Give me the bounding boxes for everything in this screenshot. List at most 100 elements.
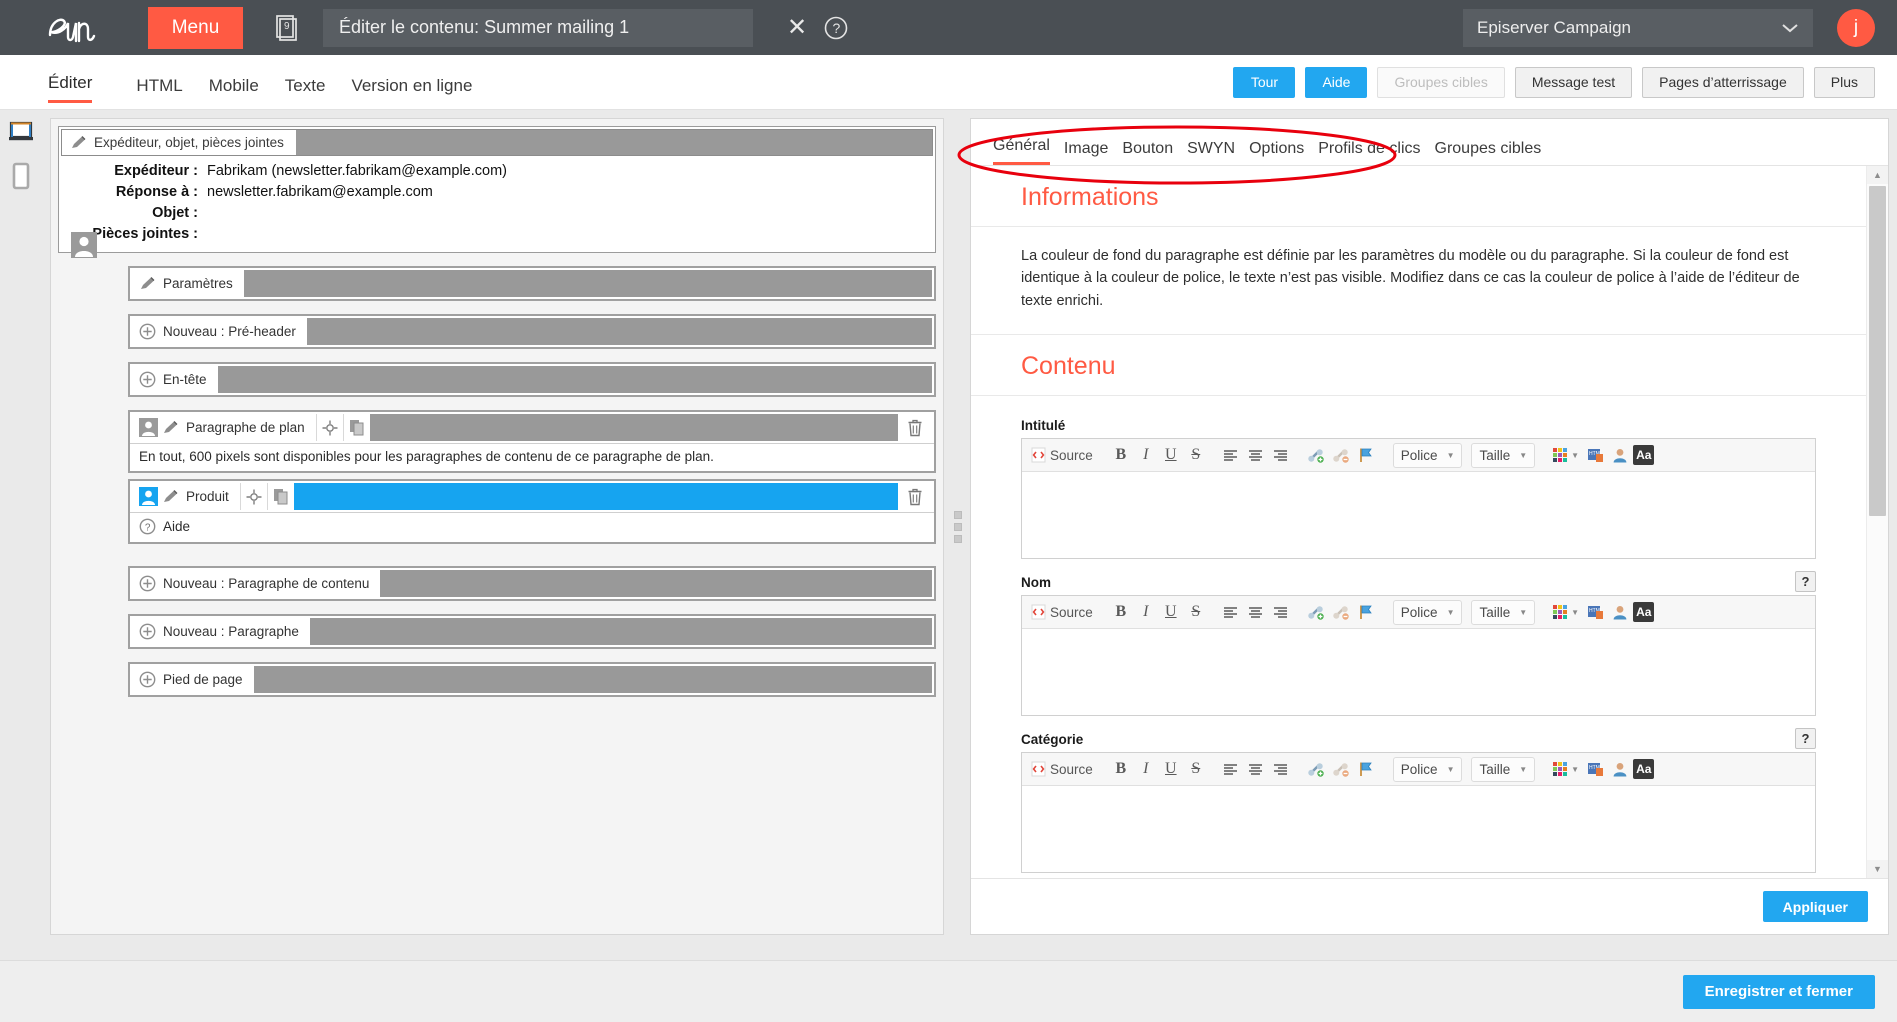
html-snippet-icon[interactable]: HTML bbox=[1583, 443, 1607, 468]
color-palette-icon[interactable]: ▼ bbox=[1550, 757, 1582, 782]
block-paragraphe-de-plan[interactable]: Paragraphe de plan En tout, 600 pixels s… bbox=[128, 410, 936, 473]
anchor-flag-icon[interactable] bbox=[1354, 443, 1378, 468]
link-remove-icon[interactable] bbox=[1329, 757, 1353, 782]
source-button[interactable]: Source bbox=[1028, 600, 1098, 625]
font-size-select[interactable]: Taille ▼ bbox=[1471, 756, 1536, 782]
tab-options[interactable]: Options bbox=[1249, 140, 1304, 165]
text-case-icon[interactable]: Aa bbox=[1633, 759, 1655, 780]
block-tab[interactable]: Produit bbox=[132, 483, 240, 510]
block-tab[interactable]: Pied de page bbox=[132, 666, 254, 693]
scroll-up-icon[interactable]: ▲ bbox=[1867, 166, 1888, 184]
align-left-icon[interactable] bbox=[1219, 600, 1243, 625]
bold-button[interactable]: B bbox=[1109, 600, 1133, 625]
underline-button[interactable]: U bbox=[1159, 600, 1183, 625]
tab-version-en-ligne[interactable]: Version en ligne bbox=[351, 76, 472, 103]
tab-swyn[interactable]: SWYN bbox=[1187, 140, 1235, 165]
link-add-icon[interactable] bbox=[1304, 443, 1328, 468]
block-fill[interactable] bbox=[369, 414, 898, 441]
copy-icon[interactable] bbox=[266, 483, 294, 510]
bold-button[interactable]: B bbox=[1109, 757, 1133, 782]
copy-icon[interactable] bbox=[342, 414, 370, 441]
block-tab[interactable]: Nouveau : Paragraphe bbox=[132, 618, 310, 645]
move-icon[interactable] bbox=[315, 414, 343, 441]
italic-button[interactable]: I bbox=[1134, 443, 1158, 468]
tab-groupes-cibles[interactable]: Groupes cibles bbox=[1435, 140, 1542, 165]
align-center-icon[interactable] bbox=[1244, 443, 1268, 468]
field-help-button[interactable]: ? bbox=[1795, 571, 1816, 593]
block-bar[interactable]: Paragraphe de plan bbox=[132, 414, 932, 441]
block-parametres[interactable]: Paramètres bbox=[128, 266, 936, 301]
personalization-icon[interactable] bbox=[1608, 443, 1632, 468]
document-count-icon[interactable]: 9 bbox=[271, 11, 301, 45]
delete-icon[interactable] bbox=[898, 414, 932, 441]
link-remove-icon[interactable] bbox=[1329, 600, 1353, 625]
help-icon[interactable]: ? bbox=[823, 15, 849, 41]
personalization-icon[interactable] bbox=[1608, 600, 1632, 625]
tab-bouton[interactable]: Bouton bbox=[1122, 140, 1173, 165]
block-tab[interactable]: Nouveau : Pré-header bbox=[132, 318, 307, 345]
client-selector[interactable]: Episerver Campaign bbox=[1463, 8, 1813, 47]
rte-content-area[interactable] bbox=[1022, 472, 1815, 559]
tab-mobile[interactable]: Mobile bbox=[209, 76, 259, 103]
block-fill[interactable] bbox=[309, 618, 932, 645]
html-snippet-icon[interactable]: HTML bbox=[1583, 757, 1607, 782]
block-fill[interactable] bbox=[306, 318, 932, 345]
strikethrough-button[interactable]: S bbox=[1184, 600, 1208, 625]
sender-strip-fill[interactable] bbox=[295, 130, 932, 155]
font-size-select[interactable]: Taille ▼ bbox=[1471, 599, 1536, 625]
align-right-icon[interactable] bbox=[1269, 443, 1293, 468]
tour-button[interactable]: Tour bbox=[1233, 66, 1296, 98]
font-family-select[interactable]: Police ▼ bbox=[1392, 756, 1463, 782]
align-left-icon[interactable] bbox=[1219, 757, 1243, 782]
align-left-icon[interactable] bbox=[1219, 443, 1243, 468]
block-bar[interactable]: Nouveau : Pré-header bbox=[132, 318, 932, 345]
sender-strip[interactable]: Expéditeur, objet, pièces jointes bbox=[61, 129, 933, 156]
block-tab[interactable]: En-tête bbox=[132, 366, 218, 393]
color-palette-icon[interactable]: ▼ bbox=[1550, 443, 1582, 468]
episerver-logo[interactable] bbox=[44, 10, 122, 46]
block-bar[interactable]: Nouveau : Paragraphe bbox=[132, 618, 932, 645]
block-bar[interactable]: Paramètres bbox=[132, 270, 932, 297]
align-center-icon[interactable] bbox=[1244, 600, 1268, 625]
block-nouveau-paragraphe[interactable]: Nouveau : Paragraphe bbox=[128, 614, 936, 649]
field-help-button[interactable]: ? bbox=[1795, 728, 1816, 750]
block-produit[interactable]: Produit ? Aide bbox=[128, 479, 936, 544]
italic-button[interactable]: I bbox=[1134, 600, 1158, 625]
menu-button[interactable]: Menu bbox=[148, 6, 243, 49]
move-icon[interactable] bbox=[239, 483, 267, 510]
color-palette-icon[interactable]: ▼ bbox=[1550, 600, 1582, 625]
block-nouveau-paragraphe-contenu[interactable]: Nouveau : Paragraphe de contenu bbox=[128, 566, 936, 601]
block-nouveau-preheader[interactable]: Nouveau : Pré-header bbox=[128, 314, 936, 349]
block-en-tete[interactable]: En-tête bbox=[128, 362, 936, 397]
underline-button[interactable]: U bbox=[1159, 443, 1183, 468]
message-test-button[interactable]: Message test bbox=[1514, 66, 1633, 98]
block-help-row[interactable]: ? Aide bbox=[130, 512, 934, 542]
italic-button[interactable]: I bbox=[1134, 757, 1158, 782]
font-family-select[interactable]: Police ▼ bbox=[1392, 442, 1463, 468]
appliquer-button[interactable]: Appliquer bbox=[1762, 891, 1868, 922]
anchor-flag-icon[interactable] bbox=[1354, 757, 1378, 782]
tab-profils-de-clics[interactable]: Profils de clics bbox=[1318, 140, 1420, 165]
underline-button[interactable]: U bbox=[1159, 757, 1183, 782]
html-snippet-icon[interactable]: HTML bbox=[1583, 600, 1607, 625]
sender-strip-label[interactable]: Expéditeur, objet, pièces jointes bbox=[62, 130, 296, 155]
close-icon[interactable]: ✕ bbox=[787, 15, 807, 40]
block-fill[interactable] bbox=[380, 570, 932, 597]
rte-content-area[interactable] bbox=[1022, 786, 1815, 873]
block-bar[interactable]: Produit bbox=[132, 483, 932, 510]
block-fill-selected[interactable] bbox=[293, 483, 898, 510]
font-family-select[interactable]: Police ▼ bbox=[1392, 599, 1463, 625]
text-case-icon[interactable]: Aa bbox=[1633, 445, 1655, 466]
source-button[interactable]: Source bbox=[1028, 443, 1098, 468]
strikethrough-button[interactable]: S bbox=[1184, 443, 1208, 468]
block-bar[interactable]: Pied de page bbox=[132, 666, 932, 693]
text-case-icon[interactable]: Aa bbox=[1633, 602, 1655, 623]
tab-editer[interactable]: Éditer bbox=[48, 73, 93, 103]
align-right-icon[interactable] bbox=[1269, 757, 1293, 782]
tab-html[interactable]: HTML bbox=[136, 76, 182, 103]
block-pied-de-page[interactable]: Pied de page bbox=[128, 662, 936, 697]
link-add-icon[interactable] bbox=[1304, 757, 1328, 782]
block-tab[interactable]: Paramètres bbox=[132, 270, 244, 297]
align-right-icon[interactable] bbox=[1269, 600, 1293, 625]
scroll-down-icon[interactable]: ▼ bbox=[1867, 860, 1888, 878]
